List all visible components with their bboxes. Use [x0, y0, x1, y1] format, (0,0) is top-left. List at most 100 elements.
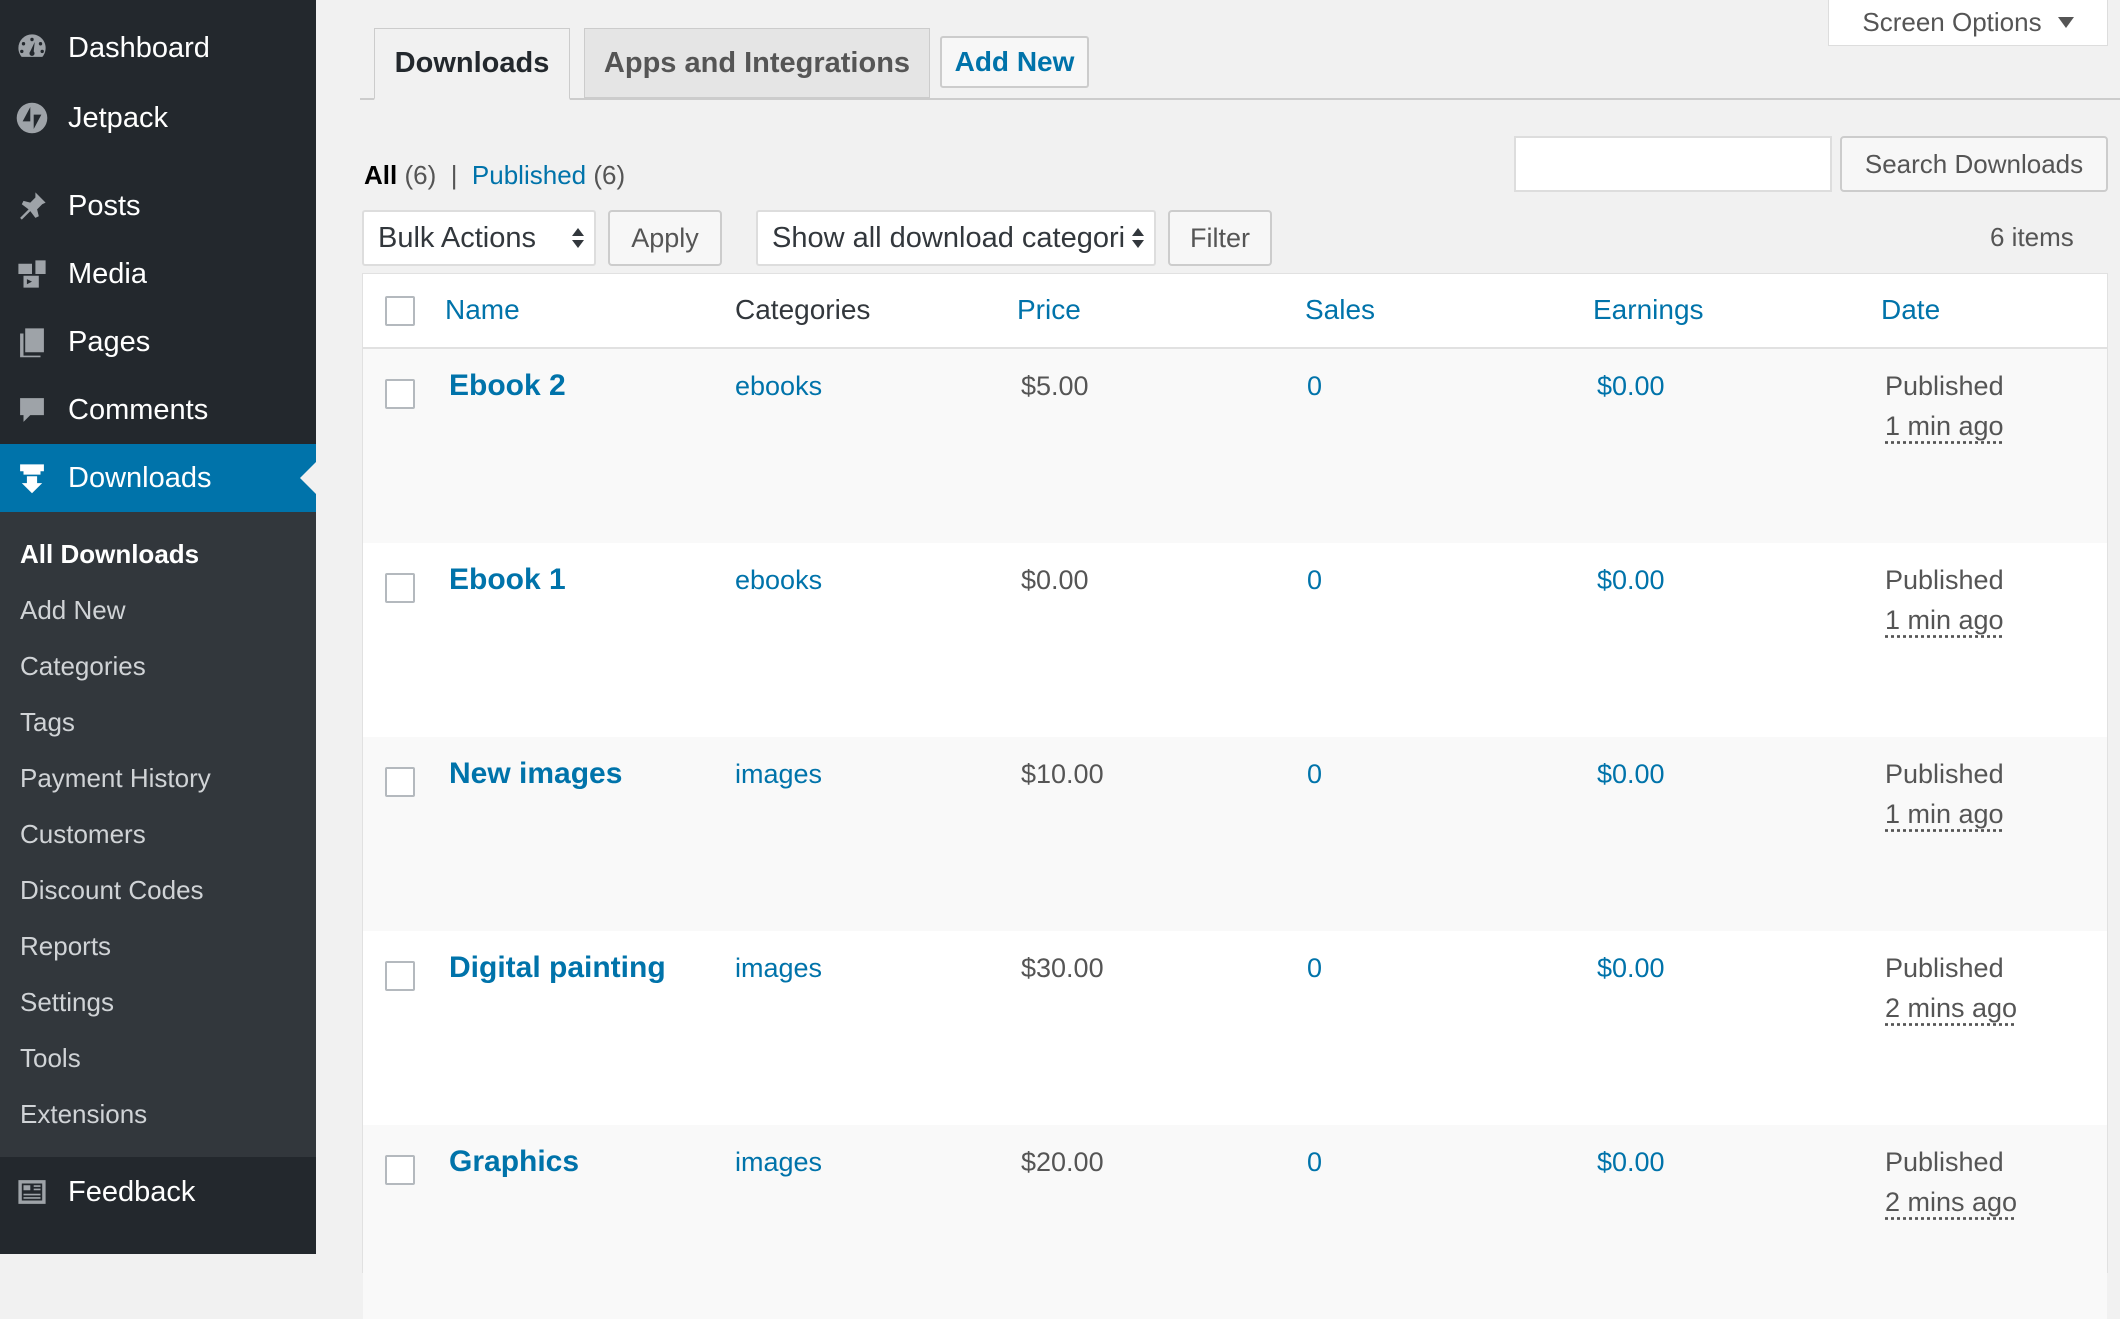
download-name-link[interactable]: Graphics	[449, 1145, 579, 1179]
date-status: Published	[1885, 1147, 2004, 1178]
menu-posts[interactable]: Posts	[0, 172, 316, 240]
download-name-link[interactable]: Ebook 1	[449, 563, 566, 597]
menu-label: Jetpack	[68, 102, 168, 135]
search-downloads-button[interactable]: Search Downloads	[1840, 136, 2108, 192]
pages-icon	[14, 324, 50, 360]
row-checkbox[interactable]	[385, 573, 415, 603]
sales-link[interactable]: 0	[1307, 1147, 1322, 1178]
earnings-link[interactable]: $0.00	[1597, 1147, 1665, 1178]
menu-comments[interactable]: Comments	[0, 376, 316, 444]
category-filter-select[interactable]: Show all download categori	[756, 210, 1156, 266]
submenu-all-downloads[interactable]: All Downloads	[20, 534, 199, 574]
sales-link[interactable]: 0	[1307, 565, 1322, 596]
select-arrows-icon	[1128, 228, 1144, 248]
menu-label: Posts	[68, 190, 141, 223]
date-time: 1 min ago	[1885, 411, 2004, 442]
row-checkbox[interactable]	[385, 1155, 415, 1185]
column-categories: Categories	[735, 294, 870, 326]
earnings-link[interactable]: $0.00	[1597, 371, 1665, 402]
submenu-tags[interactable]: Tags	[20, 702, 75, 742]
price: $20.00	[1021, 1147, 1104, 1178]
sales-link[interactable]: 0	[1307, 371, 1322, 402]
comment-icon	[14, 392, 50, 428]
menu-feedback[interactable]: Feedback	[0, 1158, 316, 1226]
submenu-payment-history[interactable]: Payment History	[20, 758, 211, 798]
select-all-checkbox[interactable]	[385, 296, 415, 326]
date-status: Published	[1885, 759, 2004, 790]
add-new-button[interactable]: Add New	[940, 36, 1089, 88]
tab-apps-and-integrations[interactable]: Apps and Integrations	[584, 28, 930, 98]
column-price[interactable]: Price	[1017, 294, 1081, 326]
download-name-link[interactable]: New images	[449, 757, 622, 791]
screen-options-label: Screen Options	[1862, 7, 2041, 38]
price: $10.00	[1021, 759, 1104, 790]
view-separator: |	[451, 160, 458, 190]
admin-sidebar: Dashboard Jetpack Posts Media Pages Comm…	[0, 0, 316, 1254]
items-count: 6 items	[1990, 222, 2074, 253]
filter-button[interactable]: Filter	[1168, 210, 1272, 266]
downloads-submenu: All Downloads Add New Categories Tags Pa…	[0, 512, 316, 1157]
column-name[interactable]: Name	[445, 294, 520, 326]
screen-options-button[interactable]: Screen Options	[1828, 0, 2108, 46]
tab-downloads[interactable]: Downloads	[374, 28, 570, 100]
table-row: Ebook 2 ebooks $5.00 0 $0.00 Published 1…	[363, 349, 2107, 543]
download-name-link[interactable]: Digital painting	[449, 951, 666, 985]
submenu-reports[interactable]: Reports	[20, 926, 111, 966]
price: $30.00	[1021, 953, 1104, 984]
earnings-link[interactable]: $0.00	[1597, 565, 1665, 596]
column-sales[interactable]: Sales	[1305, 294, 1375, 326]
earnings-link[interactable]: $0.00	[1597, 953, 1665, 984]
category-filter-value: Show all download categori	[772, 222, 1125, 255]
view-published[interactable]: Published	[472, 160, 586, 190]
bulk-actions-select[interactable]: Bulk Actions	[362, 210, 596, 266]
date-time: 1 min ago	[1885, 799, 2004, 830]
sales-link[interactable]: 0	[1307, 759, 1322, 790]
caret-down-icon	[2058, 17, 2074, 28]
category-link[interactable]: images	[735, 953, 822, 984]
menu-dashboard[interactable]: Dashboard	[0, 14, 316, 82]
column-date[interactable]: Date	[1881, 294, 1940, 326]
submenu-extensions[interactable]: Extensions	[20, 1094, 147, 1134]
dashboard-icon	[14, 30, 50, 66]
submenu-categories[interactable]: Categories	[20, 646, 146, 686]
menu-label: Comments	[68, 394, 208, 427]
date-time: 1 min ago	[1885, 605, 2004, 636]
apply-button[interactable]: Apply	[608, 210, 722, 266]
submenu-customers[interactable]: Customers	[20, 814, 146, 854]
menu-label: Feedback	[68, 1176, 195, 1209]
menu-jetpack[interactable]: Jetpack	[0, 84, 316, 152]
column-earnings[interactable]: Earnings	[1593, 294, 1704, 326]
submenu-add-new[interactable]: Add New	[20, 590, 126, 630]
submenu-discount-codes[interactable]: Discount Codes	[20, 870, 204, 910]
date-status: Published	[1885, 953, 2004, 984]
view-all[interactable]: All	[364, 160, 397, 190]
category-link[interactable]: images	[735, 759, 822, 790]
sales-link[interactable]: 0	[1307, 953, 1322, 984]
search-input[interactable]	[1514, 136, 1832, 192]
earnings-link[interactable]: $0.00	[1597, 759, 1665, 790]
feedback-icon	[14, 1174, 50, 1210]
date-time: 2 mins ago	[1885, 1187, 2017, 1218]
menu-pages[interactable]: Pages	[0, 308, 316, 376]
menu-label: Dashboard	[68, 32, 210, 65]
tab-divider	[360, 98, 2120, 100]
category-link[interactable]: ebooks	[735, 371, 822, 402]
row-checkbox[interactable]	[385, 767, 415, 797]
row-checkbox[interactable]	[385, 379, 415, 409]
download-name-link[interactable]: Ebook 2	[449, 369, 566, 403]
view-published-count: (6)	[593, 160, 625, 190]
downloads-table: Name Categories Price Sales Earnings Dat…	[362, 273, 2108, 1273]
date-time: 2 mins ago	[1885, 993, 2017, 1024]
submenu-settings[interactable]: Settings	[20, 982, 114, 1022]
row-checkbox[interactable]	[385, 961, 415, 991]
submenu-tools[interactable]: Tools	[20, 1038, 81, 1078]
menu-media[interactable]: Media	[0, 240, 316, 308]
status-views: All (6) | Published (6)	[364, 160, 625, 191]
category-link[interactable]: ebooks	[735, 565, 822, 596]
table-row: New images images $10.00 0 $0.00 Publish…	[363, 737, 2107, 931]
menu-downloads[interactable]: Downloads	[0, 444, 316, 512]
menu-label: Downloads	[68, 462, 211, 495]
pin-icon	[14, 188, 50, 224]
date-status: Published	[1885, 371, 2004, 402]
category-link[interactable]: images	[735, 1147, 822, 1178]
